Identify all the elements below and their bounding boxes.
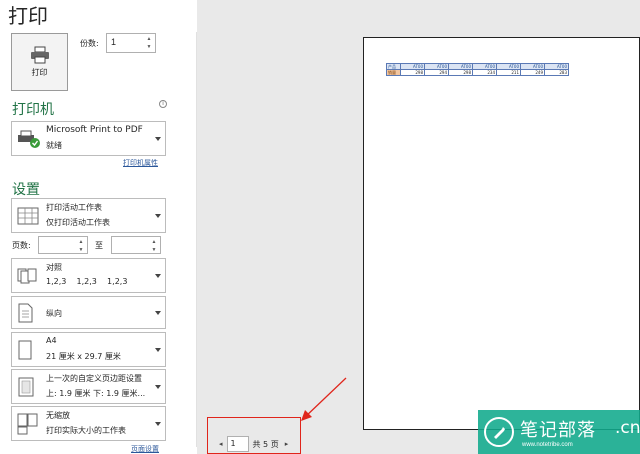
total-pages-label: 共 5 页 xyxy=(252,439,279,449)
copies-input[interactable]: 1 ▲ ▼ xyxy=(106,33,156,53)
printer-status: 就绪 xyxy=(46,141,62,150)
orientation-select[interactable]: 纵向 xyxy=(11,296,166,329)
portrait-icon xyxy=(18,303,33,322)
table-row: 销量 298 294 298 234 211 249 283 xyxy=(386,69,569,76)
spin-up-icon[interactable]: ▲ xyxy=(147,35,152,43)
spin-down-icon[interactable]: ▼ xyxy=(79,246,84,254)
spin-down-icon[interactable]: ▼ xyxy=(147,43,152,51)
scaling-select[interactable]: 无缩放 打印实际大小的工作表 xyxy=(11,406,166,441)
worksheet-icon xyxy=(17,207,39,224)
pen-logo-icon xyxy=(484,417,514,447)
page-to-spinner[interactable]: ▲ ▼ xyxy=(150,238,158,254)
watermark-url: www.notetribe.com xyxy=(522,442,573,448)
scaling-icon xyxy=(17,413,38,434)
table-cell: 283 xyxy=(544,69,569,76)
print-scope-select[interactable]: 打印活动工作表 仅打印活动工作表 xyxy=(11,198,166,233)
orientation-line1: 纵向 xyxy=(46,309,62,318)
paper-line2: 21 厘米 x 29.7 厘米 xyxy=(46,352,121,361)
collate-line2: 1,2,3 1,2,3 1,2,3 xyxy=(46,277,128,286)
pages-label: 页数: xyxy=(12,241,31,250)
spin-up-icon[interactable]: ▲ xyxy=(152,238,157,246)
watermark-title: 笔记部落 xyxy=(520,420,596,441)
scaling-line1: 无缩放 xyxy=(46,411,70,420)
annotation-arrow xyxy=(301,377,347,421)
collate-select[interactable]: 对照 1,2,3 1,2,3 1,2,3 xyxy=(11,258,166,293)
page-to-input[interactable]: ▲ ▼ xyxy=(111,236,161,254)
chevron-down-icon xyxy=(155,136,161,141)
chevron-down-icon xyxy=(155,273,161,278)
margins-select[interactable]: 上一次的自定义页边距设置 上: 1.9 厘米 下: 1.9 厘米... xyxy=(11,369,166,404)
scope-line2: 仅打印活动工作表 xyxy=(46,218,110,227)
info-icon[interactable]: i xyxy=(159,100,167,108)
table-cell: 销量 xyxy=(386,69,401,76)
collate-icon xyxy=(17,268,37,283)
chevron-down-icon xyxy=(155,347,161,352)
printer-section-title: 打印机 xyxy=(12,102,54,118)
print-button[interactable]: 打印 xyxy=(11,33,68,91)
pane-divider xyxy=(196,32,197,447)
table-cell: 211 xyxy=(496,69,521,76)
printer-ready-icon xyxy=(18,130,40,148)
chevron-down-icon xyxy=(155,310,161,315)
scaling-line2: 打印实际大小的工作表 xyxy=(46,426,126,435)
printer-properties-link[interactable]: 打印机属性 xyxy=(123,158,158,168)
page-from-input[interactable]: ▲ ▼ xyxy=(38,236,88,254)
scope-line1: 打印活动工作表 xyxy=(46,203,102,212)
printer-name: Microsoft Print to PDF xyxy=(46,125,143,135)
current-page-input[interactable]: 1 xyxy=(226,436,249,452)
prev-page-icon[interactable]: ◂ xyxy=(219,440,223,448)
paper-size-select[interactable]: A4 21 厘米 x 29.7 厘米 xyxy=(11,332,166,367)
preview-page: 产品 AT00 AT00 AT00 AT00 AT00 AT00 AT00 销量… xyxy=(363,37,640,430)
watermark: 笔记部落 www.notetribe.com .cn xyxy=(478,410,640,454)
chevron-down-icon xyxy=(155,213,161,218)
copies-spinner[interactable]: ▲ ▼ xyxy=(145,35,153,51)
printer-icon xyxy=(30,46,49,64)
preview-table: 产品 AT00 AT00 AT00 AT00 AT00 AT00 AT00 销量… xyxy=(386,63,569,76)
table-cell: 298 xyxy=(448,69,473,76)
settings-section-title: 设置 xyxy=(12,182,40,198)
margins-icon xyxy=(18,377,34,396)
spin-up-icon[interactable]: ▲ xyxy=(79,238,84,246)
copies-label: 份数: xyxy=(80,39,99,48)
page-navigation: ◂ 1 共 5 页 ▸ xyxy=(219,436,288,452)
table-cell: 298 xyxy=(400,69,425,76)
chevron-down-icon xyxy=(155,421,161,426)
margins-line1: 上一次的自定义页边距设置 xyxy=(46,374,142,383)
next-page-icon[interactable]: ▸ xyxy=(285,440,289,448)
watermark-tail: .cn xyxy=(615,418,640,438)
page-setup-link[interactable]: 页面设置 xyxy=(131,444,159,454)
paper-icon xyxy=(18,340,32,359)
copies-value: 1 xyxy=(111,37,117,47)
table-cell: 249 xyxy=(520,69,545,76)
table-cell: 294 xyxy=(424,69,449,76)
chevron-down-icon xyxy=(155,384,161,389)
paper-line1: A4 xyxy=(46,336,57,345)
page-title: 打印 xyxy=(8,4,48,28)
margins-line2: 上: 1.9 厘米 下: 1.9 厘米... xyxy=(46,389,146,398)
collate-line1: 对照 xyxy=(46,263,62,272)
spin-down-icon[interactable]: ▼ xyxy=(152,246,157,254)
printer-select[interactable]: Microsoft Print to PDF 就绪 xyxy=(11,121,166,156)
to-label: 至 xyxy=(95,241,103,250)
table-cell: 234 xyxy=(472,69,497,76)
print-button-label: 打印 xyxy=(31,68,48,77)
page-from-spinner[interactable]: ▲ ▼ xyxy=(77,238,85,254)
